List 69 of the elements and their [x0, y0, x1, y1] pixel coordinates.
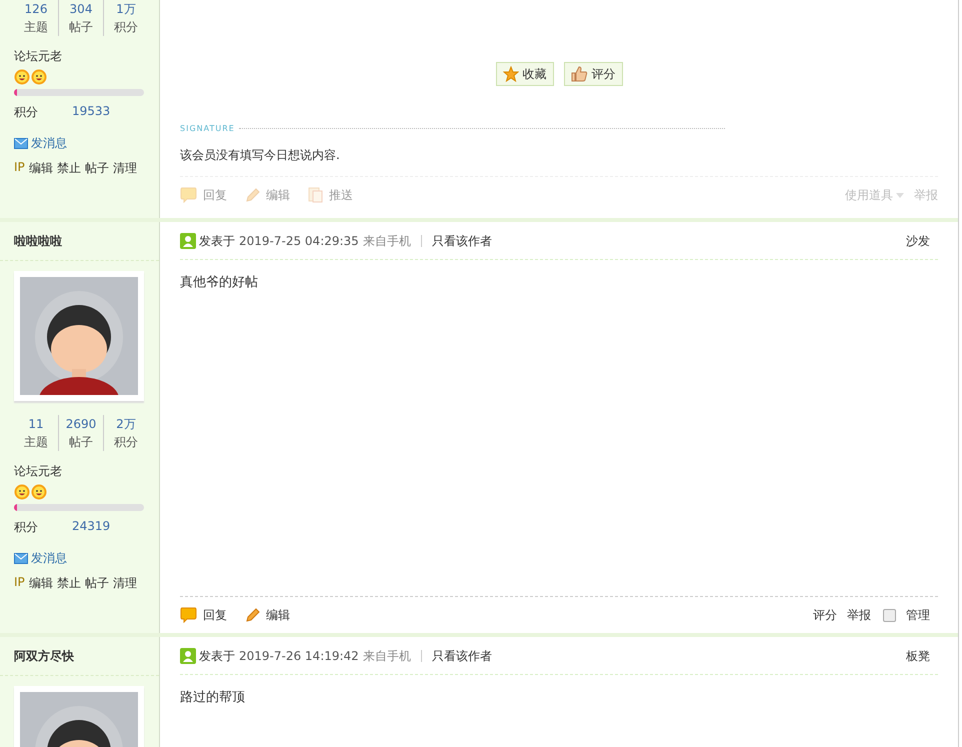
stat-label: 积分: [114, 19, 138, 36]
smiley-icon: [31, 69, 47, 85]
speech-bubble-icon: [180, 187, 197, 203]
post-content: 路过的帮顶: [180, 689, 246, 707]
post-action[interactable]: 回复: [180, 606, 227, 624]
floor-label: 沙发: [906, 232, 930, 250]
stat-label: 主题: [24, 19, 48, 36]
document-icon: [308, 187, 323, 203]
points-label: 积分: [14, 104, 39, 121]
admin-link[interactable]: 编辑: [28, 160, 53, 177]
admin-link[interactable]: 帖子: [84, 160, 109, 177]
thumbs-up-icon: [570, 66, 588, 82]
post-time: 2019-7-25 04:29:35: [239, 234, 359, 248]
post-button[interactable]: 收藏: [496, 62, 554, 86]
post-source: 来自手机: [362, 648, 411, 664]
stat-label: 帖子: [69, 19, 93, 36]
floor-label: 板凳: [906, 648, 930, 664]
post-action[interactable]: 编辑: [245, 606, 290, 624]
admin-link[interactable]: 禁止: [56, 575, 81, 592]
admin-link[interactable]: IP: [14, 160, 25, 177]
star-icon: [502, 66, 518, 82]
stat-value[interactable]: 304: [70, 0, 92, 18]
manage-label[interactable]: 管理: [906, 606, 930, 624]
smiley-icon: [31, 484, 47, 500]
admin-link[interactable]: 清理: [112, 575, 137, 592]
stat-label: 积分: [114, 434, 138, 451]
checkbox[interactable]: [883, 608, 896, 622]
post-action[interactable]: 举报: [847, 606, 871, 624]
post-source: 来自手机: [362, 232, 411, 250]
post-time: 2019-7-26 14:19:42: [239, 649, 359, 663]
posted-label: 发表于: [199, 232, 235, 250]
signature-text: 该会员没有填写今日想说内容.: [180, 147, 341, 164]
smiley-icon: [14, 69, 30, 85]
speech-bubble-icon: [180, 607, 197, 623]
admin-link[interactable]: 帖子: [84, 575, 109, 592]
author-only-link[interactable]: 只看该作者: [432, 648, 492, 664]
user-icon: [180, 233, 196, 249]
stat-value[interactable]: 2690: [66, 415, 96, 433]
stat-value[interactable]: 126: [24, 0, 48, 18]
send-message-link[interactable]: 发消息: [14, 550, 148, 567]
author-name[interactable]: 啦啦啦啦: [0, 222, 159, 261]
signature-label: SIGNATURE: [180, 124, 235, 133]
stat-value[interactable]: 1万: [116, 0, 136, 18]
admin-link[interactable]: IP: [14, 575, 25, 592]
stat-value[interactable]: 2万: [116, 415, 136, 433]
admin-link[interactable]: 清理: [112, 160, 137, 177]
rank-title: 论坛元老: [14, 48, 63, 65]
user-icon: [180, 648, 196, 664]
post-button[interactable]: 评分: [564, 62, 622, 86]
stat-label: 主题: [24, 434, 48, 451]
admin-link[interactable]: 禁止: [56, 160, 81, 177]
stat-value[interactable]: 11: [28, 415, 44, 433]
points-value: 19533: [72, 104, 110, 120]
posted-label: 发表于: [199, 648, 235, 664]
admin-link[interactable]: 编辑: [28, 575, 53, 592]
author-only-link[interactable]: 只看该作者: [432, 232, 492, 250]
caret-icon: [896, 192, 904, 198]
points-value: 24319: [72, 519, 110, 535]
points-label: 积分: [14, 519, 39, 536]
pencil-icon: [245, 188, 260, 202]
envelope-icon: [14, 138, 28, 149]
envelope-icon: [14, 553, 28, 564]
pencil-icon: [245, 608, 260, 622]
smiley-icon: [14, 484, 30, 500]
post-content: 真他爷的好帖: [180, 274, 259, 292]
stat-label: 帖子: [69, 434, 93, 451]
post-action[interactable]: 评分: [813, 606, 837, 624]
rank-title: 论坛元老: [14, 463, 63, 480]
send-message-link[interactable]: 发消息: [14, 135, 148, 152]
